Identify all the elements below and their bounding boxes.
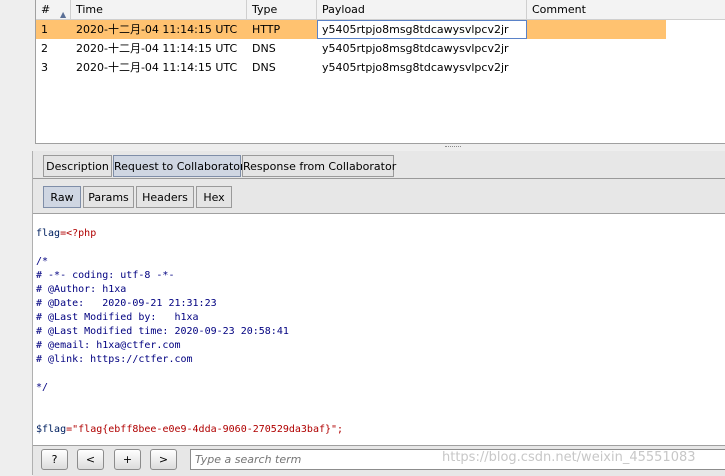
row-type: DNS xyxy=(252,61,276,74)
row-comment[interactable] xyxy=(527,39,725,58)
row-number: 2 xyxy=(41,42,48,55)
column-header-time[interactable]: Time xyxy=(71,0,247,19)
code-line: /* xyxy=(36,256,49,267)
watermark: https://blog.csdn.net/weixin_45551083 xyxy=(442,450,696,465)
tab-response-from-collaborator[interactable]: Response from Collaborator xyxy=(242,155,396,177)
code-line: # @Date: 2020-09-21 21:31:23 xyxy=(36,298,217,309)
table-row[interactable]: 1 2020-十二月-04 11:14:15 UTC HTTP y5405rtp… xyxy=(36,20,666,39)
code-line: # @Last Modified by: h1xa xyxy=(36,312,199,323)
row-time: 2020-十二月-04 11:14:15 UTC xyxy=(76,61,238,74)
row-comment[interactable] xyxy=(527,58,725,77)
row-comment[interactable] xyxy=(527,20,725,39)
column-header-number[interactable]: # ▲ xyxy=(36,0,71,19)
code-line: # -*- coding: utf-8 -*- xyxy=(36,270,175,281)
code-line: flag=<?php xyxy=(36,228,97,239)
help-button[interactable]: ? xyxy=(41,449,68,470)
row-type: DNS xyxy=(252,42,276,55)
next-match-button[interactable]: > xyxy=(150,449,177,470)
row-time: 2020-十二月-04 11:14:15 UTC xyxy=(76,23,238,36)
column-header-payload[interactable]: Payload xyxy=(317,0,527,19)
table-row[interactable]: 3 2020-十二月-04 11:14:15 UTC DNS y5405rtpj… xyxy=(36,58,666,77)
table-row[interactable]: 2 2020-十二月-04 11:14:15 UTC DNS y5405rtpj… xyxy=(36,39,666,58)
row-payload: y5405rtpjo8msg8tdcawysvlpcv2jr xyxy=(322,42,509,55)
code-line: $flag="flag{ebff8bee-e0e9-4dda-9060-2705… xyxy=(36,424,344,435)
code-line: */ xyxy=(36,382,49,393)
row-payload[interactable]: y5405rtpjo8msg8tdcawysvlpcv2jr xyxy=(317,20,527,39)
row-number: 1 xyxy=(41,23,48,36)
interactions-table: # ▲ Time Type Payload Comment 1 2020-十二月… xyxy=(35,0,725,144)
tab-raw[interactable]: Raw xyxy=(43,186,81,208)
tab-request-to-collaborator[interactable]: Request to Collaborator xyxy=(113,155,245,177)
detail-panel: Description Request to Collaborator Resp… xyxy=(32,151,725,476)
code-line: # @Last Modified time: 2020-09-23 20:58:… xyxy=(36,326,289,337)
table-header: # ▲ Time Type Payload Comment xyxy=(36,0,725,20)
tab-description[interactable]: Description xyxy=(43,155,112,177)
column-header-type[interactable]: Type xyxy=(247,0,317,19)
row-number: 3 xyxy=(41,61,48,74)
code-line: # @link: https://ctfer.com xyxy=(36,354,193,365)
column-header-comment[interactable]: Comment xyxy=(527,0,725,19)
row-type: HTTP xyxy=(252,23,281,36)
tab-params[interactable]: Params xyxy=(83,186,134,208)
raw-message-editor[interactable]: flag=<?php /* # -*- coding: utf-8 -*- # … xyxy=(33,213,725,445)
tab-divider xyxy=(33,178,725,179)
tab-headers[interactable]: Headers xyxy=(136,186,194,208)
add-button[interactable]: + xyxy=(114,449,141,470)
row-time: 2020-十二月-04 11:14:15 UTC xyxy=(76,42,238,55)
tab-hex[interactable]: Hex xyxy=(196,186,232,208)
previous-match-button[interactable]: < xyxy=(77,449,104,470)
row-payload: y5405rtpjo8msg8tdcawysvlpcv2jr xyxy=(322,61,509,74)
code-line: # @email: h1xa@ctfer.com xyxy=(36,340,181,351)
code-line: # @Author: h1xa xyxy=(36,284,127,295)
